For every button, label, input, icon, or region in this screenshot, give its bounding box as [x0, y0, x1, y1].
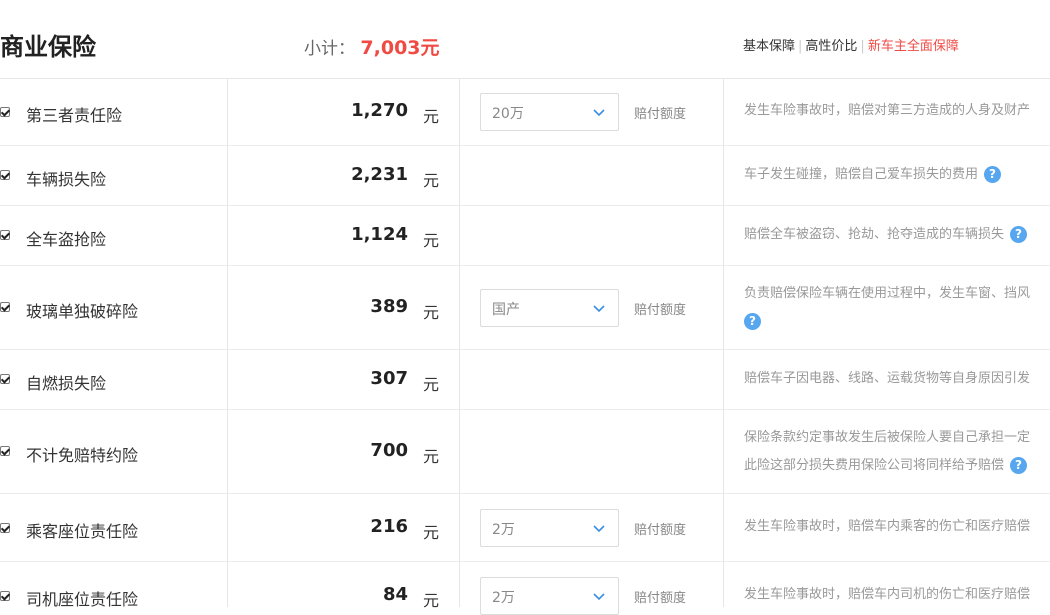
insurance-description: 负责赔偿保险车辆在使用过程中，发生车窗、挡风 ?	[744, 280, 1030, 336]
description-line: 赔偿全车被盗窃、抢劫、抢夺造成的车辆损失	[744, 227, 1005, 242]
checkbox-checked-icon[interactable]	[0, 302, 10, 312]
chevron-down-icon	[593, 525, 605, 533]
description-line: 发生车险事故时，赔偿对第三方造成的人身及财产	[744, 103, 1031, 118]
insurance-row: 全车盗抢险 1,124 元 赔偿全车被盗窃、抢劫、抢夺造成的车辆损失?	[0, 206, 1050, 266]
insurance-price: 700	[370, 440, 408, 461]
chevron-down-icon	[593, 109, 605, 117]
description-line: 车子发生碰撞，赔偿自己爱车损失的费用	[744, 167, 979, 182]
coverage-select[interactable]: 20万	[480, 93, 619, 131]
description-line: 负责赔偿保险车辆在使用过程中，发生车窗、挡风	[744, 286, 1031, 301]
coverage-select-value: 国产	[492, 302, 520, 318]
insurance-description: 车子发生碰撞，赔偿自己爱车损失的费用?	[744, 161, 1002, 189]
coverage-select[interactable]: 2万	[480, 577, 619, 615]
price-unit: 元	[423, 231, 440, 250]
insurance-description: 赔偿车子因电器、线路、运载货物等自身原因引发	[744, 365, 1030, 393]
insurance-name: 不计免赔特约险	[26, 446, 139, 465]
insurance-name: 玻璃单独破碎险	[26, 302, 139, 321]
question-circle-icon[interactable]: ?	[744, 313, 761, 330]
insurance-row: 乘客座位责任险 216 元 2万 赔付额度 发生车险事故时，赔偿车内乘客的伤亡和…	[0, 494, 1050, 562]
insurance-name: 自燃损失险	[26, 374, 107, 393]
page-title: 商业保险	[0, 33, 96, 61]
insurance-price: 216	[370, 516, 408, 537]
price-unit: 元	[423, 375, 440, 394]
checkbox-checked-icon[interactable]	[0, 591, 10, 601]
checkbox-checked-icon[interactable]	[0, 230, 10, 240]
coverage-select[interactable]: 国产	[480, 289, 619, 327]
plan-link-value[interactable]: 高性价比	[805, 39, 857, 54]
insurance-row: 自燃损失险 307 元 赔偿车子因电器、线路、运载货物等自身原因引发	[0, 350, 1050, 410]
coverage-select-value: 2万	[492, 522, 515, 538]
coverage-label: 赔付额度	[634, 523, 687, 538]
insurance-price: 307	[370, 368, 408, 389]
checkbox-checked-icon[interactable]	[0, 107, 10, 117]
coverage-select-value: 2万	[492, 590, 515, 606]
insurance-price: 2,231	[351, 164, 408, 185]
plan-link-basic[interactable]: 基本保障	[743, 39, 795, 54]
insurance-row: 不计免赔特约险 700 元 保险条款约定事故发生后被保险人要自己承担一定 此险这…	[0, 410, 1050, 494]
insurance-price: 84	[382, 584, 408, 605]
price-unit: 元	[423, 107, 440, 126]
price-unit: 元	[423, 303, 440, 322]
description-line: 发生车险事故时，赔偿车内司机的伤亡和医疗赔偿	[744, 587, 1031, 602]
price-unit: 元	[423, 591, 440, 610]
coverage-label: 赔付额度	[634, 107, 687, 122]
checkbox-checked-icon[interactable]	[0, 523, 10, 533]
insurance-row: 司机座位责任险 84 元 2万 赔付额度 发生车险事故时，赔偿车内司机的伤亡和医…	[0, 562, 1050, 615]
insurance-description: 发生车险事故时，赔偿车内司机的伤亡和医疗赔偿	[744, 581, 1030, 609]
insurance-name: 车辆损失险	[26, 170, 107, 189]
insurance-description: 赔偿全车被盗窃、抢劫、抢夺造成的车辆损失?	[744, 221, 1028, 249]
insurance-name: 全车盗抢险	[26, 230, 107, 249]
checkbox-checked-icon[interactable]	[0, 374, 10, 384]
insurance-name: 乘客座位责任险	[26, 522, 139, 541]
plan-links: 基本保障 | 高性价比 | 新车主全面保障	[743, 35, 959, 54]
insurance-name: 第三者责任险	[26, 106, 123, 125]
description-line: 发生车险事故时，赔偿车内乘客的伤亡和医疗赔偿	[744, 519, 1031, 534]
subtotal-value: 7,003元	[360, 37, 440, 59]
price-unit: 元	[423, 171, 440, 190]
price-unit: 元	[423, 523, 440, 542]
coverage-select-value: 20万	[492, 106, 524, 122]
plan-link-full[interactable]: 新车主全面保障	[868, 39, 959, 54]
insurance-description: 保险条款约定事故发生后被保险人要自己承担一定 此险这部分损失费用保险公司将同样给…	[744, 424, 1030, 480]
description-line: 赔偿车子因电器、线路、运载货物等自身原因引发	[744, 371, 1031, 386]
header: 商业保险 小计： 7,003元 基本保障 | 高性价比 | 新车主全面保障	[0, 0, 1050, 79]
chevron-down-icon	[593, 593, 605, 601]
insurance-description: 发生车险事故时，赔偿对第三方造成的人身及财产	[744, 97, 1030, 125]
chevron-down-icon	[593, 305, 605, 313]
description-line: 保险条款约定事故发生后被保险人要自己承担一定	[744, 430, 1031, 445]
question-circle-icon[interactable]: ?	[984, 166, 1002, 183]
insurance-price: 389	[370, 296, 408, 317]
coverage-select[interactable]: 2万	[480, 509, 619, 547]
question-circle-icon[interactable]: ?	[1010, 457, 1028, 474]
coverage-label: 赔付额度	[634, 591, 687, 606]
insurance-row: 第三者责任险 1,270 元 20万 赔付额度 发生车险事故时，赔偿对第三方造成…	[0, 78, 1050, 146]
question-circle-icon[interactable]: ?	[1010, 226, 1028, 243]
insurance-row: 车辆损失险 2,231 元 车子发生碰撞，赔偿自己爱车损失的费用?	[0, 146, 1050, 206]
subtotal: 小计： 7,003元	[304, 33, 440, 60]
checkbox-checked-icon[interactable]	[0, 446, 10, 456]
insurance-description: 发生车险事故时，赔偿车内乘客的伤亡和医疗赔偿	[744, 513, 1030, 541]
subtotal-label: 小计：	[304, 39, 355, 59]
price-unit: 元	[423, 447, 440, 466]
insurance-price: 1,124	[351, 224, 408, 245]
plan-separator: |	[860, 39, 865, 54]
insurance-name: 司机座位责任险	[26, 590, 139, 609]
plan-separator: |	[798, 39, 803, 54]
coverage-label: 赔付额度	[634, 303, 687, 318]
checkbox-checked-icon[interactable]	[0, 170, 10, 180]
insurance-row: 玻璃单独破碎险 389 元 国产 赔付额度 负责赔偿保险车辆在使用过程中，发生车…	[0, 266, 1050, 350]
insurance-price: 1,270	[351, 100, 408, 121]
description-line: 此险这部分损失费用保险公司将同样给予赔偿	[744, 458, 1005, 473]
